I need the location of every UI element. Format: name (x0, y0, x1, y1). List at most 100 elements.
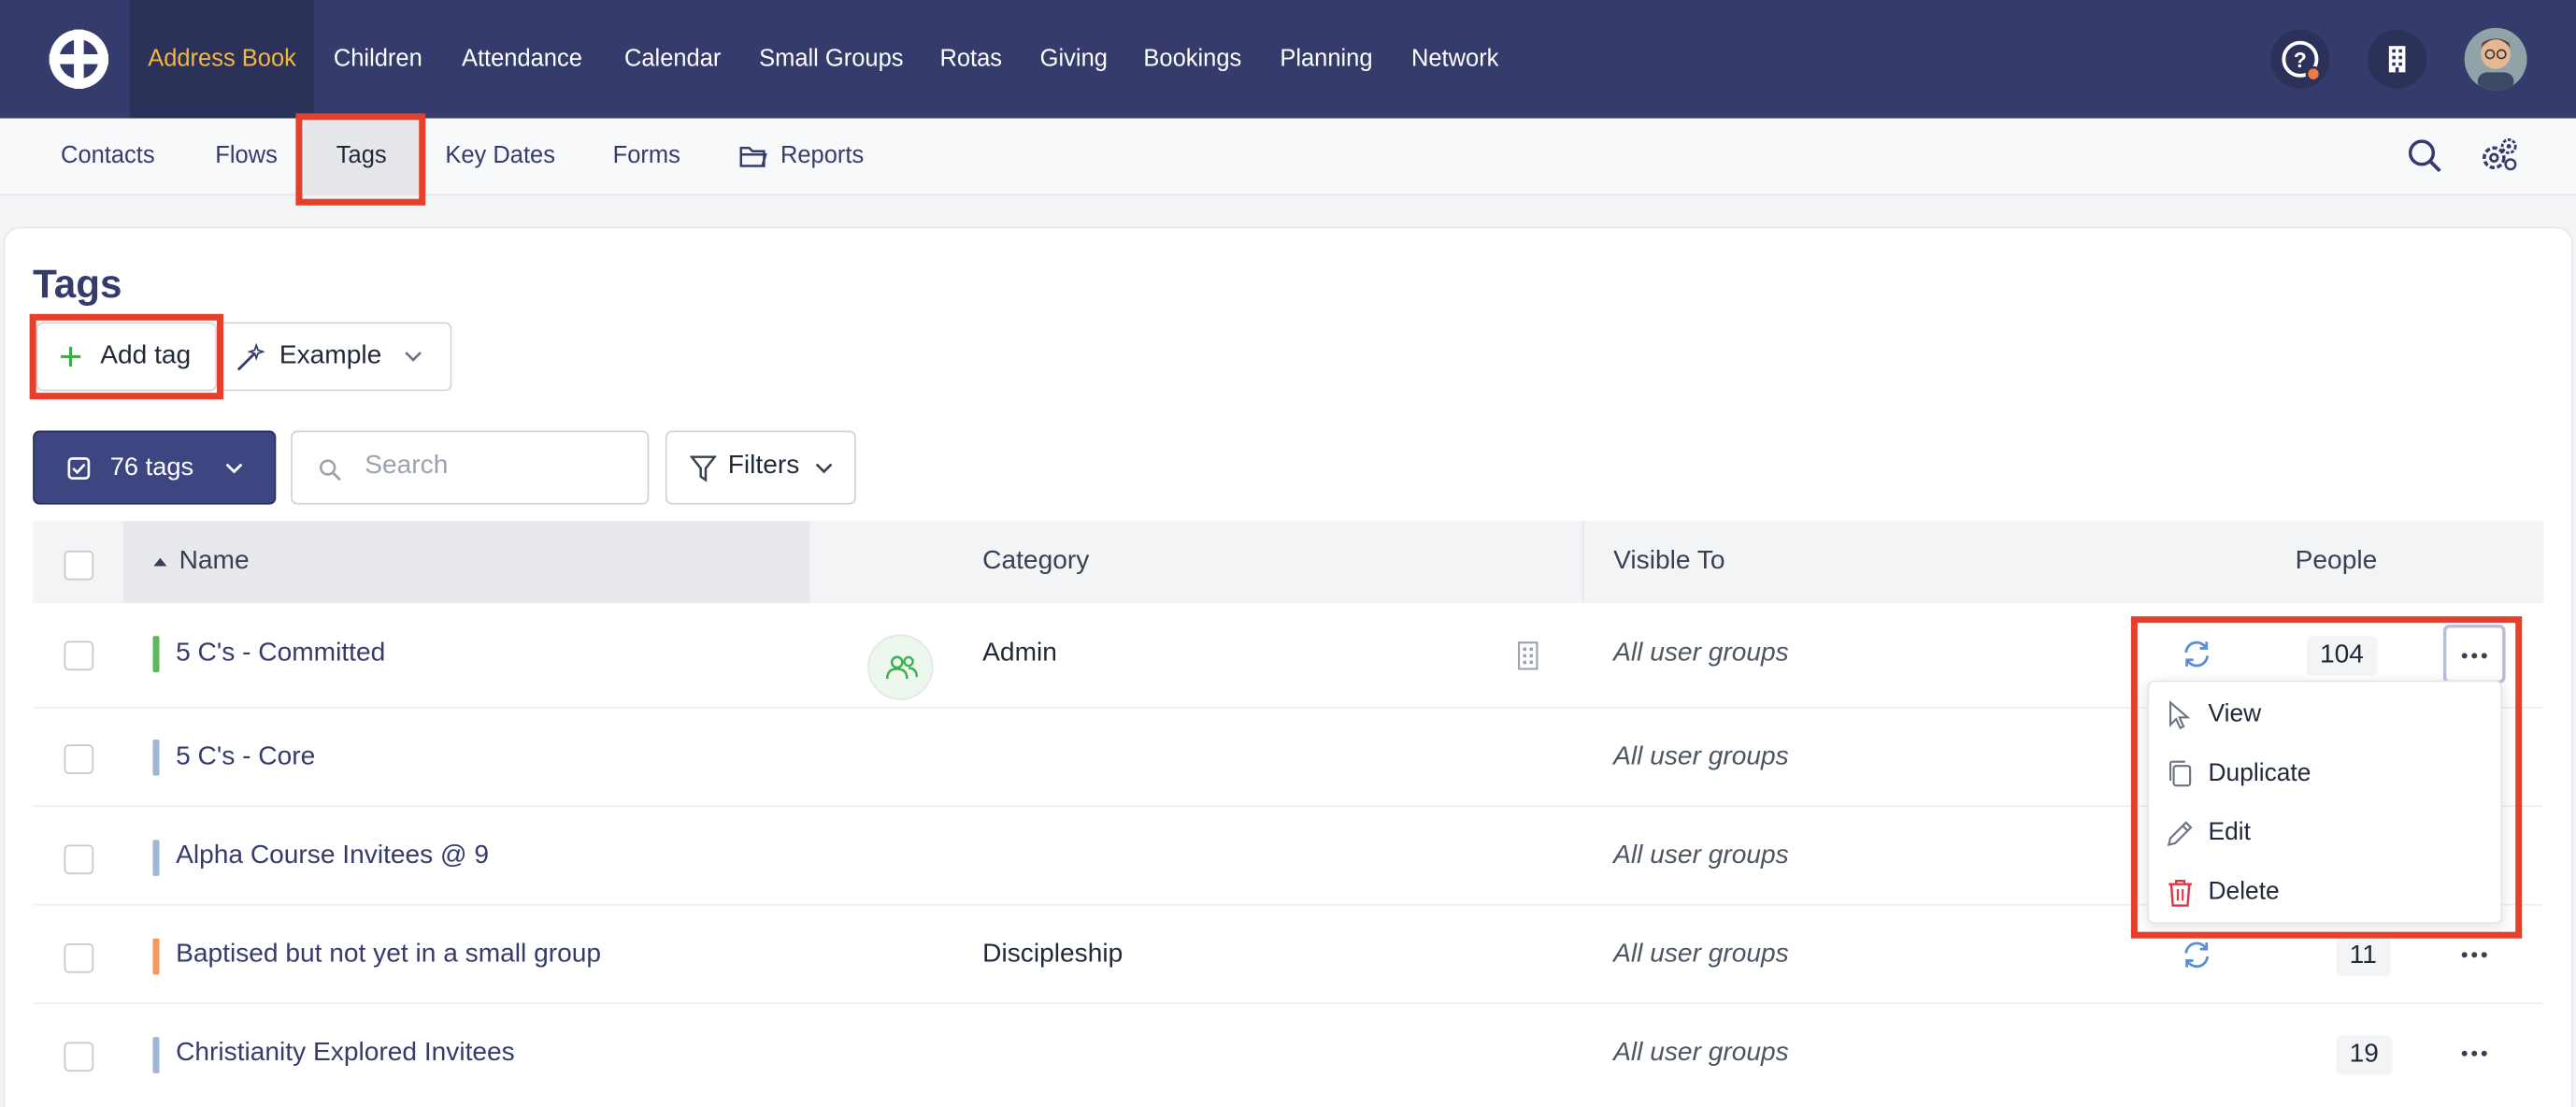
people-icon (885, 655, 918, 680)
magic-wand-icon (236, 343, 265, 371)
page-title: Tags (33, 263, 122, 308)
row-checkbox[interactable] (64, 640, 94, 671)
column-header-category[interactable]: Category (982, 521, 1089, 603)
tab-flows[interactable]: Flows (215, 119, 278, 196)
more-options-icon[interactable] (2458, 939, 2491, 971)
tag-visible-to: All user groups (1613, 1038, 1789, 1067)
avatar-image (2464, 27, 2527, 91)
chevron-down-icon (405, 352, 422, 362)
nav-network[interactable]: Network (1411, 0, 1498, 119)
nav-calendar[interactable]: Calendar (624, 0, 721, 119)
organisation-button[interactable] (2367, 29, 2427, 89)
search-input[interactable] (365, 452, 628, 482)
people-tag-button[interactable] (867, 634, 934, 700)
search-icon[interactable] (2405, 137, 2444, 176)
tab-key-dates[interactable]: Key Dates (445, 119, 555, 196)
filters-label: Filters (727, 452, 800, 481)
table-header: Name Category Visible To People (33, 521, 2544, 604)
help-button[interactable]: ? (2270, 29, 2330, 89)
trash-icon (2168, 880, 2192, 907)
people-count[interactable]: 19 (2336, 1035, 2392, 1075)
row-checkbox[interactable] (64, 942, 94, 973)
select-all-checkbox[interactable] (64, 550, 94, 581)
more-options-icon[interactable] (2458, 1037, 2491, 1070)
tab-tags[interactable]: Tags (304, 118, 420, 196)
tag-visible-to: All user groups (1613, 639, 1789, 668)
copy-icon (2168, 760, 2192, 787)
tag-category: Discipleship (982, 940, 1123, 969)
menu-item-edit[interactable]: Edit (2149, 804, 2504, 863)
add-tag-button[interactable]: Add tag (36, 322, 218, 392)
column-header-name[interactable]: Name (179, 521, 250, 603)
tag-visible-to: All user groups (1613, 940, 1789, 969)
sort-ascending-icon (153, 557, 167, 567)
menu-item-label: Delete (2208, 877, 2280, 906)
column-header-visible-to[interactable]: Visible To (1613, 521, 1724, 603)
logo-icon[interactable] (46, 26, 111, 92)
sync-icon[interactable] (2181, 638, 2213, 670)
example-label: Example (279, 341, 382, 370)
nav-attendance[interactable]: Attendance (462, 0, 582, 119)
tab-forms[interactable]: Forms (613, 119, 680, 196)
example-button[interactable]: Example (217, 322, 452, 392)
building-icon (2388, 46, 2406, 73)
plus-icon (61, 346, 81, 367)
nav-giving[interactable]: Giving (1040, 0, 1108, 119)
add-tag-label: Add tag (100, 341, 192, 370)
row-checkbox[interactable] (64, 744, 94, 774)
tag-name-link[interactable]: 5 C's - Committed (176, 640, 385, 669)
tags-count-label: 76 tags (109, 453, 194, 482)
tag-name-link[interactable]: Alpha Course Invitees @ 9 (176, 841, 489, 871)
row-actions-menu: View Duplicate Edit Delete (2147, 680, 2504, 924)
tag-color-bar (152, 840, 160, 876)
nav-children[interactable]: Children (334, 0, 422, 119)
filters-button[interactable]: Filters (665, 430, 856, 505)
sync-icon[interactable] (2181, 939, 2213, 971)
tag-color-bar (152, 938, 160, 975)
nav-bookings[interactable]: Bookings (1143, 0, 1241, 119)
row-checkbox[interactable] (64, 1042, 94, 1072)
people-count[interactable]: 11 (2336, 936, 2390, 977)
nav-address-book[interactable]: Address Book (129, 0, 315, 119)
nav-small-groups[interactable]: Small Groups (759, 0, 903, 119)
tag-visible-to: All user groups (1613, 841, 1789, 870)
people-count[interactable]: 104 (2306, 636, 2378, 676)
tag-color-bar (152, 636, 160, 672)
tag-visible-to: All user groups (1613, 742, 1789, 771)
search-field[interactable] (291, 430, 650, 505)
tag-color-bar (152, 740, 160, 776)
row-checkbox[interactable] (64, 844, 94, 875)
chevron-down-icon (225, 463, 243, 474)
column-divider (1581, 521, 1584, 604)
svg-text:?: ? (2294, 48, 2307, 72)
building-icon (1518, 641, 1538, 670)
checkbox-checked-icon (67, 457, 91, 480)
avatar[interactable] (2464, 27, 2527, 91)
tag-color-bar (152, 1037, 160, 1073)
select-tags-button[interactable]: 76 tags (33, 430, 277, 505)
column-header-people[interactable]: People (2296, 521, 2378, 603)
folder-icon (739, 146, 767, 167)
nav-rotas[interactable]: Rotas (939, 0, 1002, 119)
pointer-icon (2168, 700, 2191, 730)
settings-icon[interactable] (2480, 137, 2519, 176)
table-row[interactable]: Christianity Explored Invitees All user … (33, 1004, 2543, 1107)
menu-item-view[interactable]: View (2149, 685, 2504, 744)
tag-name-link[interactable]: 5 C's - Core (176, 743, 315, 773)
search-icon (319, 459, 341, 482)
tag-name-link[interactable]: Baptised but not yet in a small group (176, 940, 601, 970)
menu-item-label: Duplicate (2208, 759, 2311, 787)
top-navigation: Address Book Children Attendance Calenda… (0, 0, 2576, 119)
menu-item-duplicate[interactable]: Duplicate (2149, 744, 2504, 803)
tab-reports[interactable]: Reports (780, 119, 864, 196)
menu-item-delete[interactable]: Delete (2149, 863, 2504, 922)
nav-planning[interactable]: Planning (1280, 0, 1372, 119)
tag-name-link[interactable]: Christianity Explored Invitees (176, 1039, 515, 1069)
tag-category: Admin (982, 639, 1057, 668)
filter-icon (690, 455, 717, 482)
more-options-button[interactable] (2442, 624, 2506, 684)
app-root: Address Book Children Attendance Calenda… (0, 0, 2576, 1107)
chevron-down-icon (815, 463, 833, 474)
more-options-icon (2461, 653, 2487, 659)
tab-contacts[interactable]: Contacts (61, 119, 155, 196)
